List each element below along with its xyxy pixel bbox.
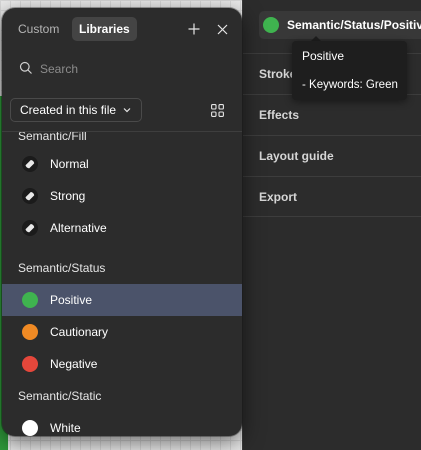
search-row bbox=[2, 56, 242, 82]
close-button[interactable] bbox=[211, 18, 233, 40]
style-item-label: Strong bbox=[50, 189, 86, 203]
style-item-negative[interactable]: Negative bbox=[2, 348, 242, 380]
style-item-label: Positive bbox=[50, 293, 93, 307]
grid-view-icon bbox=[210, 103, 224, 117]
group-heading-semantic-static: Semantic/Static bbox=[18, 389, 102, 403]
filter-label: Created in this file bbox=[20, 103, 117, 117]
filter-row: Created in this file bbox=[2, 96, 242, 124]
popover-header: Custom Libraries bbox=[2, 8, 242, 50]
section-effects-label: Effects bbox=[259, 108, 300, 122]
color-swatch-icon bbox=[22, 292, 38, 308]
applied-style-label: Semantic/Status/Positive bbox=[287, 18, 421, 32]
section-effects[interactable]: Effects bbox=[243, 94, 421, 135]
section-export-label: Export bbox=[259, 189, 298, 204]
color-swatch-icon bbox=[263, 17, 279, 33]
tooltip-keywords: - Keywords: Green bbox=[302, 79, 398, 91]
fill-style-icon bbox=[22, 156, 38, 172]
fill-style-icon bbox=[22, 188, 38, 204]
style-item-strong[interactable]: Strong bbox=[2, 180, 242, 212]
style-item-label: Alternative bbox=[50, 221, 107, 235]
search-icon bbox=[19, 61, 32, 74]
tooltip-title: Positive bbox=[302, 49, 345, 63]
chevron-down-icon bbox=[123, 106, 131, 114]
style-item-label: Normal bbox=[50, 157, 89, 171]
color-swatch-icon bbox=[22, 356, 38, 372]
style-item-positive[interactable]: Positive bbox=[2, 284, 242, 316]
style-item-label: White bbox=[50, 421, 81, 435]
plus-icon bbox=[188, 23, 200, 35]
tab-libraries[interactable]: Libraries bbox=[72, 17, 137, 41]
section-export[interactable]: Export bbox=[243, 176, 421, 217]
style-item-normal[interactable]: Normal bbox=[2, 148, 242, 180]
tab-custom[interactable]: Custom bbox=[11, 17, 66, 41]
close-icon bbox=[217, 24, 227, 34]
section-layout-guide-label: Layout guide bbox=[259, 149, 334, 163]
section-stroke-label: Stroke bbox=[259, 67, 297, 81]
add-style-button[interactable] bbox=[183, 18, 205, 40]
color-swatch-icon bbox=[22, 420, 38, 436]
search-input[interactable] bbox=[40, 56, 230, 82]
style-item-label: Negative bbox=[50, 357, 98, 371]
grid-view-button[interactable] bbox=[208, 101, 226, 119]
section-layout-guide[interactable]: Layout guide bbox=[243, 135, 421, 176]
group-heading-semantic-status: Semantic/Status bbox=[18, 261, 106, 275]
style-list: Semantic/Fill Normal Strong Alternative … bbox=[2, 132, 242, 436]
style-tooltip: Positive - Keywords: Green bbox=[292, 41, 407, 100]
group-heading-semantic-fill: Semantic/Fill bbox=[18, 132, 87, 143]
color-swatch-icon bbox=[22, 324, 38, 340]
color-styles-popover: Custom Libraries Created in this file bbox=[2, 8, 242, 436]
style-item-alternative[interactable]: Alternative bbox=[2, 212, 242, 244]
fill-style-icon bbox=[22, 220, 38, 236]
style-item-white[interactable]: White bbox=[2, 412, 242, 436]
applied-color-style[interactable]: Semantic/Status/Positive bbox=[259, 11, 421, 39]
style-item-cautionary[interactable]: Cautionary bbox=[2, 316, 242, 348]
style-item-label: Cautionary bbox=[50, 325, 109, 339]
library-filter-dropdown[interactable]: Created in this file bbox=[10, 98, 143, 122]
